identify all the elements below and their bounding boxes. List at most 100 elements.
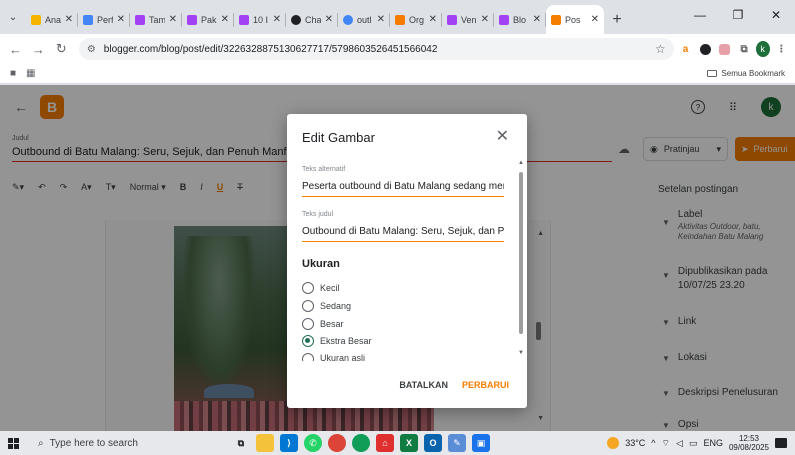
excel-icon[interactable]: X bbox=[400, 434, 418, 452]
search-icon: ⌕ bbox=[38, 437, 44, 449]
temperature[interactable]: 33°C bbox=[625, 438, 645, 448]
cancel-button[interactable]: BATALKAN bbox=[399, 380, 448, 390]
chrome-icon[interactable] bbox=[328, 434, 346, 452]
new-tab-button[interactable]: + bbox=[604, 5, 630, 34]
tab-favicon-icon bbox=[499, 14, 509, 25]
browser-tab[interactable]: Blo ✕ bbox=[494, 5, 546, 34]
pen-app-icon[interactable]: ✎ bbox=[448, 434, 466, 452]
alt-text-field[interactable]: Teks alternatif Peserta outbound di Batu… bbox=[302, 166, 504, 197]
tab-close-icon[interactable]: ✕ bbox=[273, 14, 281, 25]
browser-tab[interactable]: 10 I ✕ bbox=[234, 5, 286, 34]
tab-title: Pak bbox=[201, 14, 217, 25]
tray-chevron-icon[interactable]: ^ bbox=[651, 438, 655, 448]
tab-search-icon[interactable]: ⌄ bbox=[0, 0, 26, 34]
tab-title: Tam bbox=[149, 14, 165, 25]
file-explorer-icon[interactable] bbox=[256, 434, 274, 452]
radio-extra-large[interactable] bbox=[302, 335, 314, 347]
clock[interactable]: 12:53 09/08/2025 bbox=[729, 434, 769, 452]
title-text-input[interactable]: Outbound di Batu Malang: Seru, Sejuk, da… bbox=[302, 226, 504, 242]
radio-small[interactable] bbox=[302, 282, 314, 294]
browser-toolbar: ← → ↻ ⚙ blogger.com/blog/post/edit/32263… bbox=[0, 34, 795, 64]
taskbar-search[interactable]: ⌕ Type here to search bbox=[26, 431, 206, 455]
radio-medium[interactable] bbox=[302, 300, 314, 312]
browser-tab[interactable]: Anal ✕ bbox=[26, 5, 78, 34]
bookmark-star-icon[interactable]: ☆ bbox=[655, 42, 666, 56]
taskbar-apps: ⧉ ⟩ ✆ ⌂ X O ✎ ▣ bbox=[232, 434, 490, 452]
browser-tab[interactable]: outl ✕ bbox=[338, 5, 390, 34]
tab-title: 10 I bbox=[253, 14, 269, 25]
sidebar-toggle-icon[interactable]: ■ bbox=[10, 68, 16, 79]
close-icon[interactable]: ✕ bbox=[496, 126, 509, 146]
apps-grid-icon[interactable]: ▦ bbox=[26, 68, 35, 79]
size-option-label: Ukuran asli bbox=[320, 353, 366, 361]
tab-close-icon[interactable]: ✕ bbox=[65, 14, 73, 25]
tab-close-icon[interactable]: ✕ bbox=[481, 14, 489, 25]
browser-menu-icon[interactable]: ⋮ bbox=[774, 40, 789, 58]
windows-taskbar: ⌕ Type here to search ⧉ ⟩ ✆ ⌂ X O ✎ ▣ 33… bbox=[0, 431, 795, 455]
start-button[interactable] bbox=[0, 431, 26, 455]
size-option-original[interactable]: Ukuran asli bbox=[302, 353, 365, 361]
tab-close-icon[interactable]: ✕ bbox=[221, 14, 229, 25]
size-option-small[interactable]: Kecil bbox=[302, 282, 340, 294]
bookmarks-bar: ■ ▦ Semua Bookmark bbox=[0, 64, 795, 84]
task-view-icon[interactable]: ⧉ bbox=[232, 434, 250, 452]
extension-dark-icon[interactable] bbox=[697, 40, 712, 58]
tab-close-icon[interactable]: ✕ bbox=[533, 14, 541, 25]
forward-button[interactable]: → bbox=[29, 38, 48, 60]
extension-pink-icon[interactable] bbox=[717, 40, 732, 58]
size-option-large[interactable]: Besar bbox=[302, 318, 344, 330]
radio-large[interactable] bbox=[302, 318, 314, 330]
alt-text-input[interactable]: Peserta outbound di Batu Malang sedang m… bbox=[302, 181, 504, 197]
outlook-icon[interactable]: O bbox=[424, 434, 442, 452]
tab-close-icon[interactable]: ✕ bbox=[377, 14, 385, 25]
extensions-puzzle-icon[interactable]: ⧉ bbox=[736, 40, 751, 58]
site-info-icon[interactable]: ⚙ bbox=[87, 44, 96, 55]
tab-close-icon[interactable]: ✕ bbox=[169, 14, 177, 25]
scroll-up-icon[interactable]: ▲ bbox=[518, 160, 524, 166]
dialog-scrollbar-thumb[interactable] bbox=[519, 172, 523, 334]
browser-tab[interactable]: Org ✕ bbox=[390, 5, 442, 34]
language-indicator[interactable]: ENG bbox=[703, 438, 723, 448]
browser-tab[interactable]: Pak ✕ bbox=[182, 5, 234, 34]
tab-close-icon[interactable]: ✕ bbox=[117, 14, 125, 25]
whatsapp-icon[interactable]: ✆ bbox=[304, 434, 322, 452]
maximize-button[interactable]: ❐ bbox=[719, 0, 757, 30]
scroll-down-icon[interactable]: ▼ bbox=[518, 350, 524, 356]
minimize-button[interactable]: — bbox=[681, 0, 719, 30]
back-button[interactable]: ← bbox=[6, 38, 25, 60]
tab-favicon-icon bbox=[135, 14, 145, 25]
browser-tab[interactable]: Cha ✕ bbox=[286, 5, 338, 34]
browser-tab-active[interactable]: Pos ✕ bbox=[546, 5, 604, 34]
title-text-field[interactable]: Teks judul Outbound di Batu Malang: Seru… bbox=[302, 211, 504, 242]
tab-close-icon[interactable]: ✕ bbox=[325, 14, 333, 25]
chrome-profile-icon[interactable] bbox=[352, 434, 370, 452]
radio-original[interactable] bbox=[302, 353, 314, 361]
profile-avatar[interactable]: k bbox=[755, 41, 770, 57]
network-icon[interactable]: ⌔ bbox=[662, 438, 670, 449]
battery-icon[interactable]: ▭ bbox=[689, 438, 698, 449]
photos-icon[interactable]: ▣ bbox=[472, 434, 490, 452]
acrobat-icon[interactable]: ⌂ bbox=[376, 434, 394, 452]
tab-favicon-icon bbox=[187, 14, 197, 25]
tab-close-icon[interactable]: ✕ bbox=[591, 14, 599, 25]
weather-icon[interactable] bbox=[607, 437, 620, 449]
browser-tab[interactable]: Perf ✕ bbox=[78, 5, 130, 34]
extension-a-icon[interactable]: a bbox=[678, 40, 693, 58]
browser-tab[interactable]: Tam ✕ bbox=[130, 5, 182, 34]
tab-title: Ven bbox=[461, 14, 477, 25]
vscode-icon[interactable]: ⟩ bbox=[280, 434, 298, 452]
all-bookmarks-folder[interactable]: Semua Bookmark bbox=[707, 69, 785, 78]
notification-icon[interactable] bbox=[775, 438, 787, 448]
tab-title: Blo bbox=[513, 14, 527, 25]
update-button[interactable]: PERBARUI bbox=[462, 380, 509, 390]
title-text-label: Teks judul bbox=[302, 211, 334, 218]
volume-icon[interactable]: ◁ bbox=[676, 438, 683, 449]
reload-button[interactable]: ↻ bbox=[52, 38, 71, 60]
close-window-button[interactable]: ✕ bbox=[757, 0, 795, 30]
browser-tab[interactable]: Ven ✕ bbox=[442, 5, 494, 34]
address-bar[interactable]: ⚙ blogger.com/blog/post/edit/32263288751… bbox=[78, 38, 674, 60]
tab-title: Pos bbox=[565, 14, 581, 25]
size-option-medium[interactable]: Sedang bbox=[302, 300, 351, 312]
tab-close-icon[interactable]: ✕ bbox=[429, 14, 437, 25]
size-option-extra-large[interactable]: Ekstra Besar bbox=[302, 335, 372, 347]
